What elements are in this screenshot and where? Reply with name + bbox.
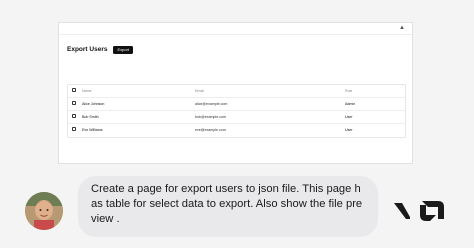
user-name-cell: Eve Williams [82,128,103,132]
row-checkbox[interactable] [72,114,76,118]
users-table: Name Email Role Alice Johnson alice@exam… [67,84,406,138]
row-checkbox[interactable] [72,101,76,105]
user-role-cell: User [345,128,353,132]
export-button[interactable]: Export [113,46,134,54]
select-all-checkbox[interactable] [72,88,76,92]
column-header-name: Name [82,89,92,93]
chat-message-text: Create a page for export users to json f… [91,183,363,225]
column-header-email: Email [195,89,204,93]
screenshot-root: { "page": { "title": "Export Users", "ex… [0,0,474,248]
user-name-cell: Bob Smith [82,115,99,119]
user-name-cell: Alice Johnson [82,102,105,106]
table-header-row: Name Email Role [68,85,405,98]
page-header: Export Users Export [67,44,134,56]
user-email-cell: alice@example.com [195,102,228,106]
chevron-up-icon[interactable]: ▲ [399,24,405,32]
table-row[interactable]: Bob Smith bob@example.com User [68,111,405,124]
user-role-cell: Admin [345,102,356,106]
user-email-cell: bob@example.com [195,115,227,119]
column-header-role: Role [345,89,353,93]
v0-logo-icon [392,197,450,223]
chat-message-bubble: Create a page for export users to json f… [78,176,378,237]
table-row[interactable]: Eve Williams eve@example.com User [68,124,405,137]
table-row[interactable]: Alice Johnson alice@example.com Admin [68,98,405,111]
user-role-cell: User [345,115,353,119]
avatar-photo-icon [25,192,63,230]
page-title: Export Users [67,46,108,53]
app-preview-frame: ▲ Export Users Export Name Email Role Al… [58,22,413,164]
user-email-cell: eve@example.com [195,128,226,132]
user-avatar [25,192,63,230]
preview-toolbar: ▲ [59,23,412,35]
row-checkbox[interactable] [72,127,76,131]
